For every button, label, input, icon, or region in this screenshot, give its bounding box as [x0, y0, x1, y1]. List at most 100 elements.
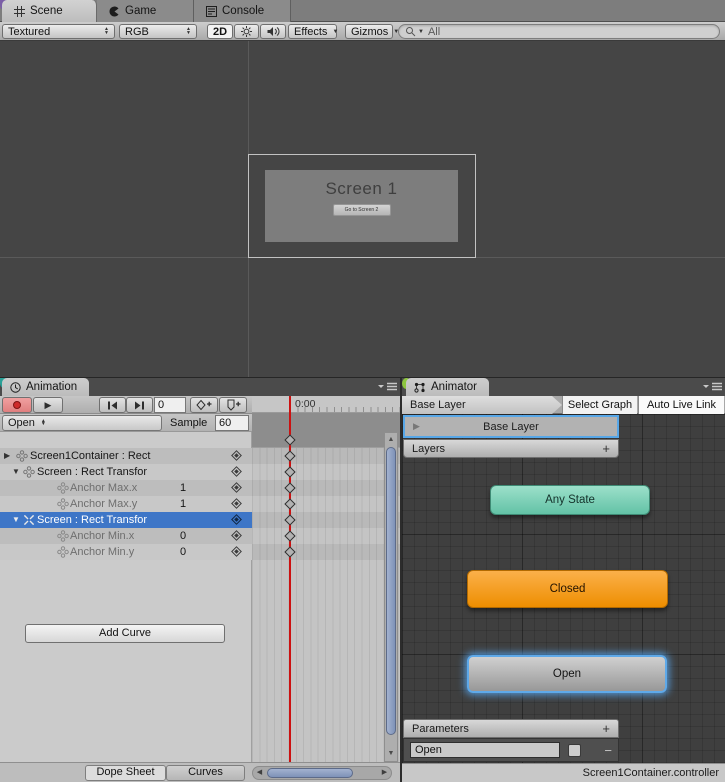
scroll-down-arrow[interactable]: ▼ — [385, 748, 397, 760]
property-row-anchor-max-x[interactable]: Anchor Max.x 1 — [0, 480, 252, 496]
move-tool-icon — [23, 514, 35, 526]
add-parameter-button[interactable]: + — [602, 721, 610, 736]
scroll-right-arrow[interactable]: ▶ — [378, 767, 391, 779]
keyframe-indicator-icon[interactable] — [231, 514, 242, 525]
keyframe-indicator-icon[interactable] — [231, 498, 242, 509]
property-value[interactable]: 0 — [180, 528, 186, 544]
keyframe-indicator-icon[interactable] — [231, 482, 242, 493]
state-node-open-selected[interactable]: Open — [467, 655, 667, 693]
add-layer-button[interactable]: + — [602, 441, 610, 456]
timeline-grid — [252, 413, 400, 762]
speaker-icon — [267, 26, 280, 37]
parameters-header-label: Parameters — [412, 723, 469, 735]
render-mode-dropdown[interactable]: Textured ▲▼ — [2, 24, 115, 39]
property-row-screen-recttransform-1[interactable]: ▼ Screen : Rect Transfor — [0, 464, 252, 480]
effects-dropdown[interactable]: Effects ▼ — [288, 24, 337, 39]
tab-scene[interactable]: Scene — [2, 0, 97, 22]
tab-animator[interactable]: Animator — [406, 378, 489, 396]
gizmos-label: Gizmos — [351, 26, 388, 38]
horizontal-scrollbar[interactable]: ◀ ▶ — [252, 766, 392, 780]
layer-row-base-layer[interactable]: ▶ Base Layer — [403, 415, 619, 438]
property-label: Screen1Container : Rect — [30, 448, 150, 464]
keyframe-indicator-icon[interactable] — [231, 466, 242, 477]
animator-window: Animator Base Layer Select Graph Auto Li… — [402, 378, 725, 782]
controller-path-label: Screen1Container.controller — [583, 767, 719, 779]
dropdown-arrows-icon: ▲▼ — [186, 28, 191, 35]
select-graph-button[interactable]: Select Graph — [562, 396, 637, 414]
dopesheet-timeline[interactable] — [252, 413, 400, 762]
play-button[interactable]: ▶ — [33, 397, 63, 413]
scene-audio-button[interactable] — [260, 24, 286, 39]
search-input[interactable]: ▼ All — [398, 24, 720, 39]
layer-play-icon: ▶ — [413, 421, 420, 432]
goto-last-frame-button[interactable] — [126, 397, 153, 413]
tab-game-label: Game — [125, 5, 156, 17]
property-row-anchor-max-y[interactable]: Anchor Max.y 1 — [0, 496, 252, 512]
chevron-down-icon: ▼ — [332, 29, 338, 35]
parameter-bool-checkbox[interactable] — [568, 744, 581, 757]
clip-dropdown[interactable]: Open ▲▼ — [2, 415, 162, 431]
goto-screen2-button[interactable]: Go to Screen 2 — [333, 204, 391, 216]
state-node-closed[interactable]: Closed — [467, 570, 668, 608]
rect-transform-icon — [57, 498, 69, 510]
scene-lighting-button[interactable] — [234, 24, 259, 39]
scene-viewport[interactable]: Screen 1 Go to Screen 2 — [0, 41, 725, 378]
parameter-name-field[interactable]: Open — [410, 742, 560, 758]
breadcrumb-base-layer[interactable]: Base Layer — [402, 396, 562, 414]
timeline-row-stripe — [252, 448, 400, 464]
state-node-label: Closed — [550, 583, 586, 595]
scroll-up-arrow[interactable]: ▲ — [385, 434, 397, 446]
property-value[interactable]: 1 — [180, 496, 186, 512]
add-curve-button[interactable]: Add Curve — [25, 624, 225, 643]
record-button[interactable] — [2, 397, 32, 413]
tab-game[interactable]: Game — [97, 0, 194, 22]
tab-console[interactable]: Console — [194, 0, 291, 22]
scrollbar-thumb[interactable] — [267, 768, 353, 778]
parameters-header[interactable]: Parameters + — [403, 719, 619, 738]
search-icon — [405, 26, 416, 37]
foldout-arrow[interactable]: ▶ — [4, 448, 10, 464]
foldout-arrow[interactable]: ▼ — [12, 464, 20, 480]
effects-label: Effects — [294, 26, 327, 38]
property-row-anchor-min-y[interactable]: Anchor Min.y 0 — [0, 544, 252, 560]
rect-transform-icon — [16, 450, 28, 462]
tab-animation[interactable]: Animation — [2, 378, 89, 396]
sample-rate-field[interactable]: 60 — [215, 415, 249, 431]
property-value[interactable]: 1 — [180, 480, 186, 496]
animation-window: Animation ▶ 0 0:00 Open ▲▼ Sample 60 — [0, 378, 400, 782]
scrollbar-thumb[interactable] — [386, 447, 396, 735]
parameter-row-open: Open − — [403, 738, 619, 762]
add-keyframe-button[interactable] — [190, 397, 218, 413]
keyframe-indicator-icon[interactable] — [231, 546, 242, 557]
state-node-any-state[interactable]: Any State — [490, 485, 650, 515]
curves-tab[interactable]: Curves — [166, 765, 245, 781]
2d-toggle-button[interactable]: 2D — [207, 24, 233, 39]
tab-animator-label: Animator — [431, 381, 477, 393]
window-menu-icon[interactable] — [378, 382, 397, 391]
frame-number-field[interactable]: 0 — [154, 397, 186, 413]
tab-console-label: Console — [222, 5, 264, 17]
auto-live-link-button[interactable]: Auto Live Link — [638, 396, 724, 414]
gizmos-dropdown[interactable]: Gizmos ▼ — [345, 24, 393, 39]
keyframe-indicator-icon[interactable] — [231, 450, 242, 461]
keyframe-indicator-icon[interactable] — [231, 530, 242, 541]
screen1-panel[interactable]: Screen 1 Go to Screen 2 — [265, 170, 458, 242]
ui-canvas-outline[interactable]: Screen 1 Go to Screen 2 — [248, 154, 476, 258]
timeline-ruler[interactable]: 0:00 — [252, 396, 400, 413]
property-value[interactable]: 0 — [180, 544, 186, 560]
window-menu-icon[interactable] — [703, 382, 722, 391]
layer-name-label: Base Layer — [483, 421, 539, 433]
scroll-left-arrow[interactable]: ◀ — [253, 767, 266, 779]
vertical-scrollbar[interactable]: ▲ ▼ — [384, 432, 398, 762]
remove-parameter-button[interactable]: − — [604, 743, 612, 758]
property-row-screen1container[interactable]: ▶ Screen1Container : Rect — [0, 448, 252, 464]
property-row-screen-recttransform-2-selected[interactable]: ▼ Screen : Rect Transfor — [0, 512, 252, 528]
property-row-anchor-min-x[interactable]: Anchor Min.x 0 — [0, 528, 252, 544]
channels-dropdown[interactable]: RGB ▲▼ — [119, 24, 197, 39]
render-mode-label: Textured — [8, 26, 98, 38]
goto-first-frame-button[interactable] — [99, 397, 126, 413]
add-event-button[interactable] — [219, 397, 247, 413]
dope-sheet-tab[interactable]: Dope Sheet — [85, 765, 166, 781]
foldout-arrow[interactable]: ▼ — [12, 512, 20, 528]
layers-header[interactable]: Layers + — [403, 439, 619, 458]
